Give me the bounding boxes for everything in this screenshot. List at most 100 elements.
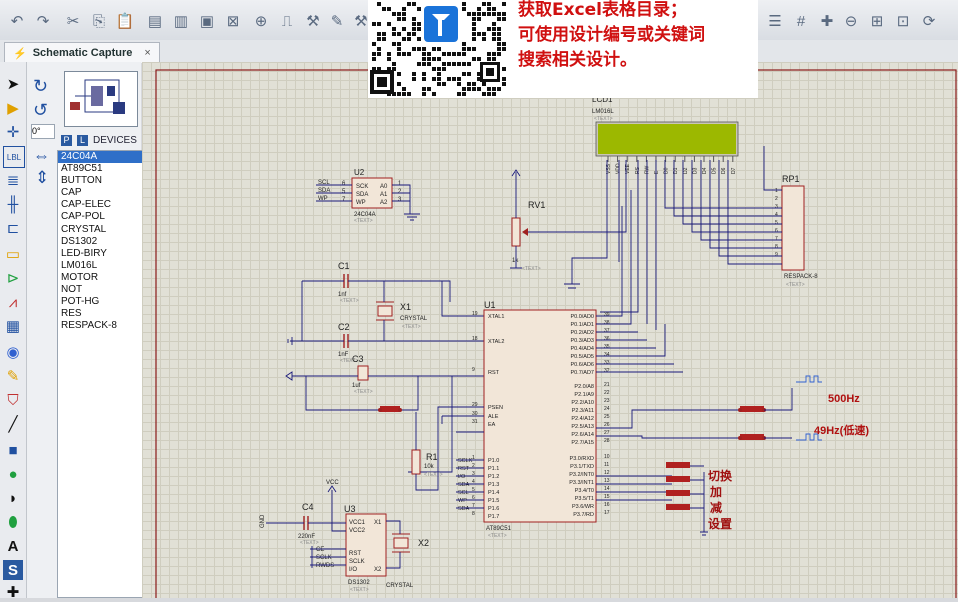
device-list-item[interactable]: RESPACK-8 <box>58 320 142 332</box>
grid-icon[interactable]: # <box>790 10 812 32</box>
instrument-icon[interactable]: ⛉ <box>3 390 23 410</box>
qr-module <box>462 87 466 91</box>
origin-icon[interactable]: ✚ <box>816 10 838 32</box>
cut-icon[interactable]: ✂ <box>62 10 84 32</box>
tool-icon[interactable]: ✎ <box>326 10 348 32</box>
label-mode-icon[interactable]: LBL <box>3 146 25 168</box>
paste-icon[interactable]: 📋 <box>114 10 136 32</box>
tab-schematic-capture[interactable]: ⚡ Schematic Capture × <box>4 42 160 63</box>
device-list-item[interactable]: LED-BIRY <box>58 248 142 260</box>
c3-capacitor[interactable]: C3 1uf <TEXT> <box>352 354 373 395</box>
rv1-text: <TEXT> <box>522 266 541 272</box>
u1-right-pin-num: 16 <box>604 502 610 508</box>
qr-module <box>382 37 386 41</box>
zoom-out-icon[interactable]: ⊖ <box>840 10 862 32</box>
line-icon[interactable]: ╱ <box>3 414 23 434</box>
tape-icon[interactable]: ▦ <box>3 316 23 336</box>
box-icon[interactable]: ■ <box>3 440 23 460</box>
device-list-item[interactable]: DS1302 <box>58 236 142 248</box>
mirror-vertical-icon[interactable]: ⇕ <box>35 168 49 188</box>
rotate-cw-icon[interactable]: ↻ <box>33 76 48 97</box>
pick-device-icon[interactable]: ⎍ <box>276 10 298 32</box>
qr-module <box>477 32 481 36</box>
device-list-item[interactable]: AT89C51 <box>58 163 142 175</box>
copy-icon[interactable]: ⎘ <box>88 10 110 32</box>
select-mode-icon[interactable]: ➤ <box>3 74 23 94</box>
device-list-item[interactable]: MOTOR <box>58 272 142 284</box>
block-move-icon[interactable]: ▥ <box>170 10 192 32</box>
u2-eeprom[interactable]: U2 24C04A <TEXT> SCK SDA WP A0 A1 A2 SCL… <box>318 168 402 224</box>
u1-at89c51[interactable]: U1 AT89C51 <TEXT> XTAL1 19 XTAL2 18 RST 9 PSEN… <box>458 300 610 539</box>
subcircuit-icon[interactable]: ⊏ <box>3 218 23 238</box>
u2-num-6: 6 <box>342 181 346 187</box>
circle-icon[interactable]: ● <box>3 464 23 484</box>
pin-icon[interactable]: ⊳ <box>3 268 23 288</box>
device-list-item[interactable]: BUTTON <box>58 175 142 187</box>
c4-capacitor[interactable]: C4 220nF <TEXT> <box>298 502 319 546</box>
control-buttons[interactable] <box>666 462 690 510</box>
overview-preview[interactable] <box>64 71 138 127</box>
gnd-label: GND <box>260 514 266 528</box>
arc-icon[interactable]: ◗ <box>3 488 23 508</box>
refresh-icon[interactable]: ⟳ <box>918 10 940 32</box>
label-49hz: 49Hz(低速) <box>814 423 869 437</box>
block-rotate-icon[interactable]: ▣ <box>196 10 218 32</box>
qr-module <box>387 22 391 26</box>
device-list-item[interactable]: RES <box>58 308 142 320</box>
p-button[interactable]: P <box>61 135 72 146</box>
text-script-icon[interactable]: ≣ <box>3 170 23 190</box>
probe-icon[interactable]: ✎ <box>3 366 23 386</box>
junction-icon[interactable]: ✛ <box>3 122 23 142</box>
schematic-canvas[interactable]: LCD1 LM016L <TEXT> VSS VDD VEE RS RW E D0 D1 D2 D… <box>142 62 958 598</box>
make-device-icon[interactable]: ⚒ <box>302 10 324 32</box>
graph-icon[interactable]: ⩘ <box>3 292 23 312</box>
c1-capacitor[interactable]: C1 1nf <TEXT> <box>338 261 359 304</box>
symbol-icon[interactable]: S <box>3 560 23 580</box>
device-list-item[interactable]: POT-HG <box>58 296 142 308</box>
device-list-item[interactable]: CAP-POL <box>58 211 142 223</box>
qr-module <box>492 32 496 36</box>
u3-pin-io: I/O <box>349 567 357 573</box>
zoom-area-icon[interactable]: ⊡ <box>892 10 914 32</box>
component-mode-icon[interactable]: ▶ <box>3 98 23 118</box>
freq-buttons[interactable] <box>738 406 766 440</box>
rp1-respack[interactable]: RP1 RESPACK-8 <TEXT> 1 2 3 4 5 6 7 8 9 <box>775 174 818 288</box>
device-list[interactable]: 24C04A AT89C51 BUTTON CAP CAP-ELEC CAP-POL CRY… <box>57 150 143 598</box>
qr-module <box>397 47 401 51</box>
device-list-item[interactable]: CAP-ELEC <box>58 199 142 211</box>
block-delete-icon[interactable]: ⊠ <box>222 10 244 32</box>
rotation-field[interactable]: 0° <box>31 124 55 139</box>
generator-icon[interactable]: ◉ <box>3 342 23 362</box>
device-list-item[interactable]: CRYSTAL <box>58 224 142 236</box>
qr-module <box>462 2 466 6</box>
rv1-potentiometer[interactable]: RV1 1k <TEXT> <box>511 200 545 272</box>
undo-icon[interactable]: ↶ <box>6 10 28 32</box>
block-copy-icon[interactable]: ▤ <box>144 10 166 32</box>
qr-module <box>392 42 396 46</box>
l-button[interactable]: L <box>77 135 88 146</box>
reset-button[interactable] <box>378 406 402 412</box>
rotate-ccw-icon[interactable]: ↺ <box>33 100 48 121</box>
device-list-item[interactable]: LM016L <box>58 260 142 272</box>
qr-module <box>437 72 441 76</box>
mirror-horizontal-icon[interactable]: ⇔ <box>33 146 50 166</box>
rp1-pin-num: 1 <box>775 188 778 194</box>
text-icon[interactable]: A <box>3 536 23 556</box>
x2-crystal[interactable]: X2 CRYSTAL <box>386 533 429 589</box>
device-list-item[interactable]: CAP <box>58 187 142 199</box>
lcd-part: LM016L <box>592 109 614 115</box>
device-list-item[interactable]: NOT <box>58 284 142 296</box>
marker-icon[interactable]: ✚ <box>3 582 23 602</box>
netlist-icon[interactable]: ☰ <box>764 10 786 32</box>
u3-ds1302[interactable]: U3 DS1302 <TEXT> VCC1 VCC2 RST SCLK I/O … <box>260 480 387 593</box>
qr-module <box>387 52 391 56</box>
path-icon[interactable]: ⬮ <box>3 512 23 532</box>
zoom-in-icon[interactable]: ⊕ <box>250 10 272 32</box>
device-list-item[interactable]: 24C04A <box>58 151 142 164</box>
close-icon[interactable]: × <box>144 47 150 59</box>
redo-icon[interactable]: ↷ <box>32 10 54 32</box>
terminal-icon[interactable]: ▭ <box>3 244 23 264</box>
bus-icon[interactable]: ╫ <box>3 194 23 214</box>
qr-module <box>402 87 406 91</box>
zoom-fit-icon[interactable]: ⊞ <box>866 10 888 32</box>
